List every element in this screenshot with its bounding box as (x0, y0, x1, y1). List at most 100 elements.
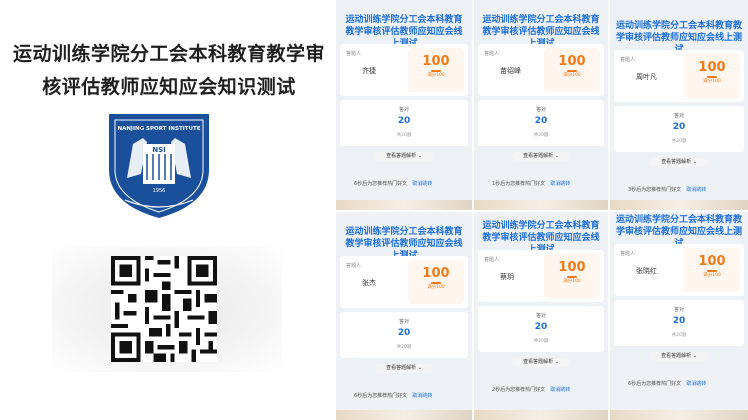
result-card: 答题人 张杰 100 满分100 (340, 256, 468, 308)
result-screenshot: 运动训练学院分工会本科教育教学审核评估教师应知应会线上测试 答题人 齐捷 100… (336, 0, 472, 210)
score-max: 满分100 (703, 79, 721, 84)
chevron-down-icon: ⌄ (417, 365, 422, 371)
logo-year: 1956 (153, 188, 166, 194)
score-max: 满分100 (427, 285, 445, 290)
bottom-banner (336, 200, 472, 210)
score-value: 100 (558, 54, 586, 69)
view-analysis-label: 查看答题解析 (386, 153, 417, 159)
view-analysis-button[interactable]: 查看答题解析 ⌄ (512, 358, 570, 367)
redirect-text: 2秒后为您推荐热门好文 (492, 387, 546, 393)
score-underline (707, 270, 717, 272)
score-value: 100 (422, 54, 450, 69)
promo-title-line2: 核评估教师应知应会知识测试 (42, 76, 296, 98)
score-max: 满分100 (563, 73, 581, 78)
promo-title: 运动训练学院分工会本科教育教学审 核评估教师应知应会知识测试 (8, 38, 330, 104)
score-underline (431, 282, 441, 284)
logo-abbr: NSI (152, 146, 166, 154)
correct-count: 20 (534, 116, 548, 126)
score-box: 100 满分100 (408, 260, 464, 304)
bottom-banner (474, 200, 608, 210)
view-analysis-button[interactable]: 查看答题解析 ⌄ (650, 352, 708, 361)
score-box: 100 满分100 (408, 48, 464, 92)
score-underline (707, 76, 717, 78)
answerer-name: 张晓红 (636, 267, 657, 275)
answerer-label: 答题人 (346, 51, 362, 57)
bottom-banner (336, 410, 472, 420)
score-underline (431, 70, 441, 72)
view-analysis-label: 查看答题解析 (523, 153, 554, 159)
correct-label: 答对 (398, 319, 409, 325)
answer-card: 答对 20 共20题 (478, 100, 604, 146)
result-card: 答题人 周叶凡 100 满分100 (614, 50, 744, 102)
view-analysis-label: 查看答题解析 (661, 159, 692, 165)
logo-text: NANJING SPORT INSTITUTE (117, 126, 200, 132)
result-screenshot: 运动训练学院分工会本科教育教学审核评估教师应知应会线上测试 答题人 张晓红 10… (610, 212, 748, 420)
answerer-name: 蔡玥 (500, 273, 514, 281)
total-questions: 共20题 (671, 139, 687, 144)
cancel-redirect-link[interactable]: 取消跳转 (686, 381, 706, 387)
result-screenshot: 运动训练学院分工会本科教育教学审核评估教师应知应会线上测试 答题人 蔡玥 100… (474, 212, 608, 420)
answerer-label: 答题人 (484, 51, 500, 57)
chevron-down-icon: ⌄ (554, 153, 559, 159)
score-max: 满分100 (703, 273, 721, 278)
answer-card: 答对 20 共20题 (340, 100, 468, 146)
correct-label: 答对 (673, 307, 684, 313)
redirect-notice: 3秒后为您推荐热门好文 取消跳转 (628, 186, 706, 193)
score-box: 100 满分100 (544, 254, 600, 298)
score-value: 100 (698, 60, 726, 75)
redirect-notice: 2秒后为您推荐热门好文 取消跳转 (492, 386, 570, 393)
promo-panel: 运动训练学院分工会本科教育教学审 核评估教师应知应会知识测试 NANJING S… (0, 0, 334, 420)
view-analysis-button[interactable]: 查看答题解析 ⌄ (650, 158, 708, 167)
score-underline (567, 70, 577, 72)
view-analysis-button[interactable]: 查看答题解析 ⌄ (512, 152, 570, 161)
correct-count: 20 (534, 322, 548, 332)
correct-count: 20 (397, 116, 411, 126)
answerer-name: 苗绍峰 (500, 67, 521, 75)
total-questions: 共20题 (533, 133, 549, 138)
redirect-text: 6秒后为您推荐热门好文 (628, 381, 682, 387)
view-analysis-label: 查看答题解析 (661, 353, 692, 359)
answer-card: 答对 20 共20题 (614, 106, 744, 152)
score-underline (567, 276, 577, 278)
redirect-text: 3秒后为您推荐热门好文 (628, 187, 682, 193)
cancel-redirect-link[interactable]: 取消跳转 (412, 181, 432, 187)
answerer-label: 答题人 (620, 251, 636, 257)
result-card: 答题人 齐捷 100 满分100 (340, 44, 468, 96)
answer-card: 答对 20 共20题 (478, 306, 604, 352)
redirect-notice: 6秒后为您推荐热门好文 取消跳转 (354, 392, 432, 399)
cancel-redirect-link[interactable]: 取消跳转 (686, 187, 706, 193)
redirect-notice: 1秒后为您推荐热门好文 取消跳转 (492, 180, 570, 187)
view-analysis-label: 查看答题解析 (386, 365, 417, 371)
correct-label: 答对 (673, 113, 684, 119)
total-questions: 共20题 (396, 345, 412, 350)
answerer-name: 齐捷 (362, 67, 376, 75)
score-box: 100 满分100 (684, 248, 740, 292)
bottom-banner (610, 410, 748, 420)
qr-code-icon[interactable] (111, 256, 217, 362)
view-analysis-button[interactable]: 查看答题解析 ⌄ (375, 152, 433, 161)
bottom-banner (610, 200, 748, 210)
answerer-label: 答题人 (620, 57, 636, 63)
cancel-redirect-link[interactable]: 取消跳转 (550, 181, 570, 187)
answerer-label: 答题人 (484, 257, 500, 263)
total-questions: 共20题 (396, 133, 412, 138)
total-questions: 共20题 (533, 339, 549, 344)
score-value: 100 (422, 266, 450, 281)
chevron-down-icon: ⌄ (692, 353, 697, 359)
redirect-text: 6秒后为您推荐热门好文 (354, 393, 408, 399)
redirect-text: 1秒后为您推荐热门好文 (492, 181, 546, 187)
score-box: 100 满分100 (684, 54, 740, 98)
correct-count: 20 (397, 328, 411, 338)
correct-label: 答对 (535, 107, 546, 113)
redirect-text: 6秒后为您推荐热门好文 (354, 181, 408, 187)
view-analysis-label: 查看答题解析 (523, 359, 554, 365)
score-value: 100 (558, 260, 586, 275)
answerer-name: 张杰 (362, 279, 376, 287)
result-screenshot: 运动训练学院分工会本科教育教学审核评估教师应知应会线上测试 答题人 苗绍峰 10… (474, 0, 608, 210)
correct-label: 答对 (535, 313, 546, 319)
answerer-name: 周叶凡 (636, 73, 657, 81)
bottom-banner (474, 410, 608, 420)
view-analysis-button[interactable]: 查看答题解析 ⌄ (375, 364, 433, 373)
cancel-redirect-link[interactable]: 取消跳转 (550, 387, 570, 393)
cancel-redirect-link[interactable]: 取消跳转 (412, 393, 432, 399)
